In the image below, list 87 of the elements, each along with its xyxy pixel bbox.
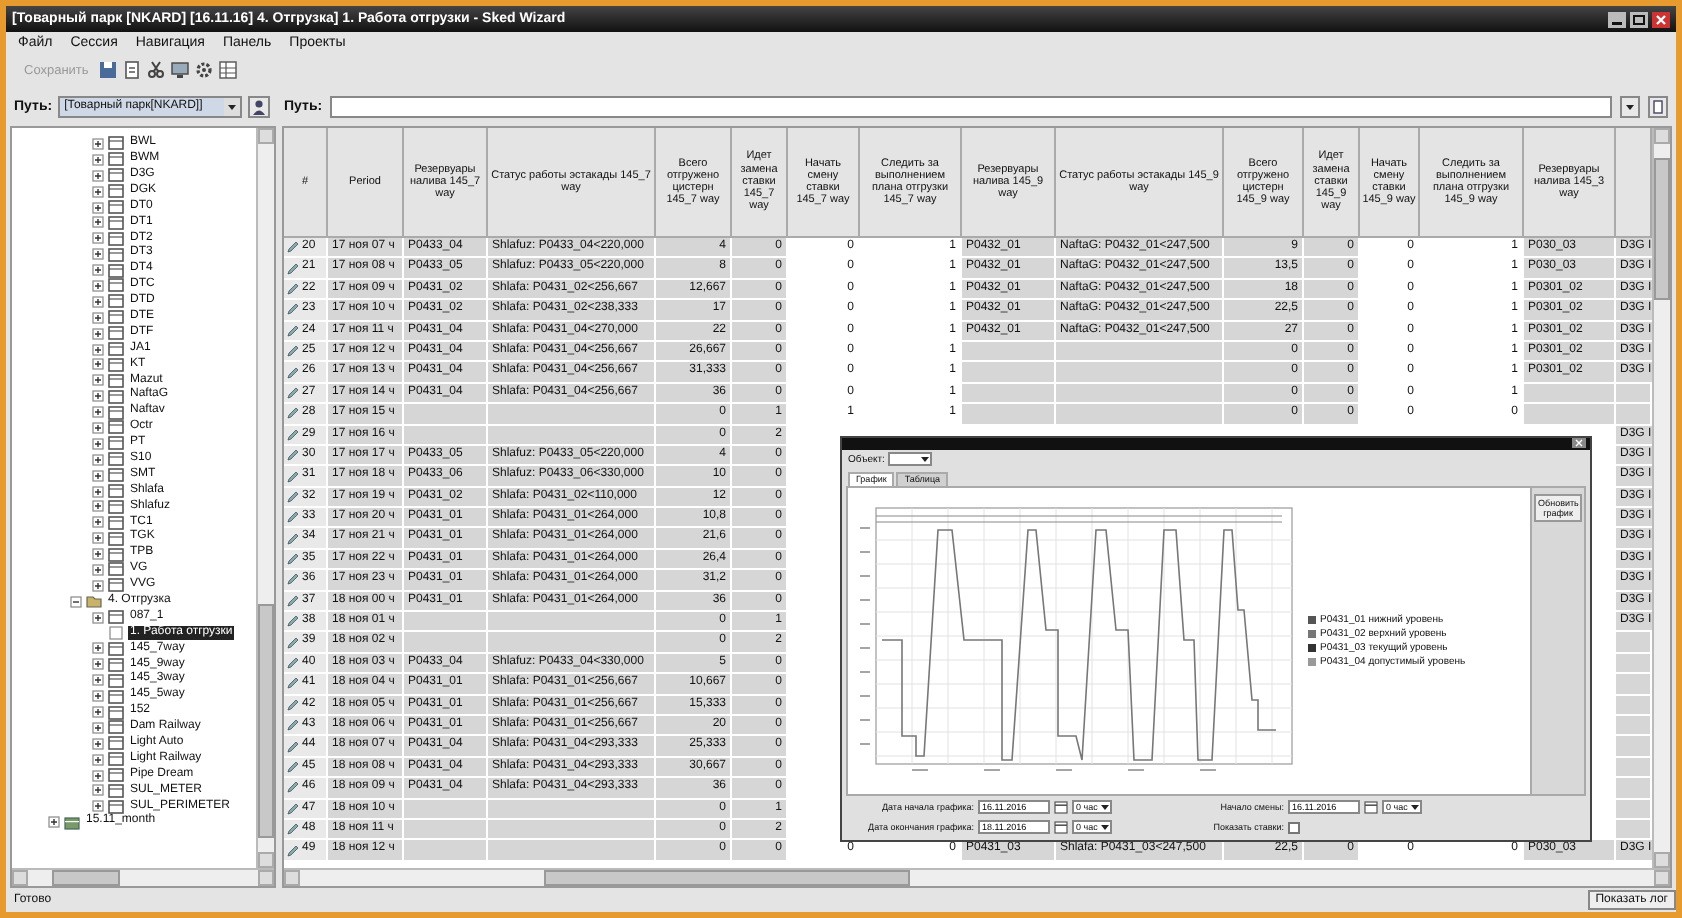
- plus-icon[interactable]: [92, 185, 104, 198]
- plus-icon[interactable]: [92, 642, 104, 655]
- vertical-scrollbar[interactable]: [256, 128, 274, 868]
- calendar-icon: [64, 815, 80, 830]
- table-cell: [1524, 383, 1616, 405]
- plus-icon[interactable]: [92, 453, 104, 466]
- minus-icon[interactable]: [70, 595, 82, 608]
- table-cell: [1524, 404, 1616, 426]
- plus-icon[interactable]: [92, 800, 104, 813]
- plus-icon[interactable]: [92, 674, 104, 687]
- plus-icon[interactable]: [92, 264, 104, 277]
- plus-icon[interactable]: [92, 753, 104, 766]
- person-icon[interactable]: [248, 95, 271, 117]
- caret-down-icon[interactable]: [1410, 802, 1420, 813]
- maximize-icon[interactable]: [1630, 11, 1648, 27]
- plus-icon[interactable]: [92, 169, 104, 182]
- monitor-icon[interactable]: [170, 60, 191, 80]
- plus-icon[interactable]: [92, 769, 104, 782]
- checkbox[interactable]: [1288, 821, 1300, 834]
- plus-icon[interactable]: [92, 153, 104, 166]
- calendar-icon[interactable]: [1054, 800, 1068, 815]
- plus-icon[interactable]: [92, 485, 104, 498]
- plus-icon[interactable]: [92, 406, 104, 419]
- plus-icon[interactable]: [92, 611, 104, 624]
- table-cell: [404, 819, 488, 841]
- gear-icon[interactable]: [194, 60, 215, 80]
- document-icon: [108, 626, 124, 641]
- plus-icon[interactable]: [48, 816, 60, 829]
- table-cell: [404, 612, 488, 633]
- table-cell: [404, 425, 488, 446]
- plus-icon[interactable]: [92, 563, 104, 576]
- plus-icon[interactable]: [92, 516, 104, 529]
- minimize-icon[interactable]: [1608, 11, 1626, 27]
- vertical-scrollbar[interactable]: [1652, 128, 1670, 868]
- table-cell: [404, 799, 488, 820]
- calendar-icon[interactable]: [1054, 820, 1068, 835]
- plus-icon[interactable]: [92, 737, 104, 750]
- plus-icon[interactable]: [92, 201, 104, 213]
- plus-icon[interactable]: [92, 374, 104, 387]
- plus-icon[interactable]: [92, 706, 104, 718]
- plus-icon[interactable]: [92, 216, 104, 229]
- folder-icon: [86, 594, 102, 609]
- table-cell: [962, 362, 1056, 384]
- caret-down-icon[interactable]: [224, 97, 241, 115]
- document-icon[interactable]: [122, 60, 143, 80]
- plus-icon[interactable]: [92, 421, 104, 434]
- table-cell: [1616, 383, 1652, 405]
- close-icon[interactable]: [1652, 11, 1670, 27]
- plus-icon[interactable]: [92, 658, 104, 671]
- plus-icon[interactable]: [92, 437, 104, 450]
- caret-down-icon[interactable]: [920, 454, 931, 465]
- plus-icon[interactable]: [92, 579, 104, 592]
- close-icon[interactable]: [1572, 438, 1586, 449]
- plus-icon[interactable]: [92, 532, 104, 545]
- horizontal-scrollbar[interactable]: [12, 868, 274, 886]
- plus-icon[interactable]: [92, 327, 104, 340]
- plus-icon[interactable]: [92, 137, 104, 150]
- plus-icon[interactable]: [92, 690, 104, 703]
- table-cell: [404, 632, 488, 654]
- table-cell: [1616, 404, 1652, 426]
- plus-icon[interactable]: [92, 311, 104, 324]
- table-cell: [962, 404, 1056, 426]
- scissors-icon[interactable]: [146, 60, 167, 80]
- calendar-icon[interactable]: [1364, 800, 1378, 815]
- plus-icon[interactable]: [92, 721, 104, 734]
- plus-icon[interactable]: [92, 548, 104, 561]
- plus-icon[interactable]: [92, 390, 104, 403]
- table-icon: [108, 610, 124, 625]
- plus-icon[interactable]: [92, 248, 104, 261]
- horizontal-scrollbar[interactable]: [284, 868, 1670, 886]
- path-field[interactable]: [330, 95, 1612, 117]
- plus-icon[interactable]: [92, 784, 104, 797]
- table-cell: [404, 840, 488, 862]
- table-cell: [962, 383, 1056, 405]
- grid-icon[interactable]: [218, 60, 239, 80]
- document-icon[interactable]: [1648, 95, 1668, 117]
- plus-icon[interactable]: [92, 279, 104, 292]
- plus-icon[interactable]: [92, 295, 104, 308]
- caret-down-icon[interactable]: [1620, 95, 1640, 117]
- plus-icon[interactable]: [92, 500, 104, 513]
- table-cell: [962, 341, 1056, 363]
- table-cell: [404, 404, 488, 426]
- plus-icon[interactable]: [92, 469, 104, 482]
- plus-icon[interactable]: [92, 343, 104, 356]
- plus-icon[interactable]: [92, 232, 104, 245]
- object-combo[interactable]: [888, 452, 933, 467]
- plus-icon[interactable]: [92, 358, 104, 371]
